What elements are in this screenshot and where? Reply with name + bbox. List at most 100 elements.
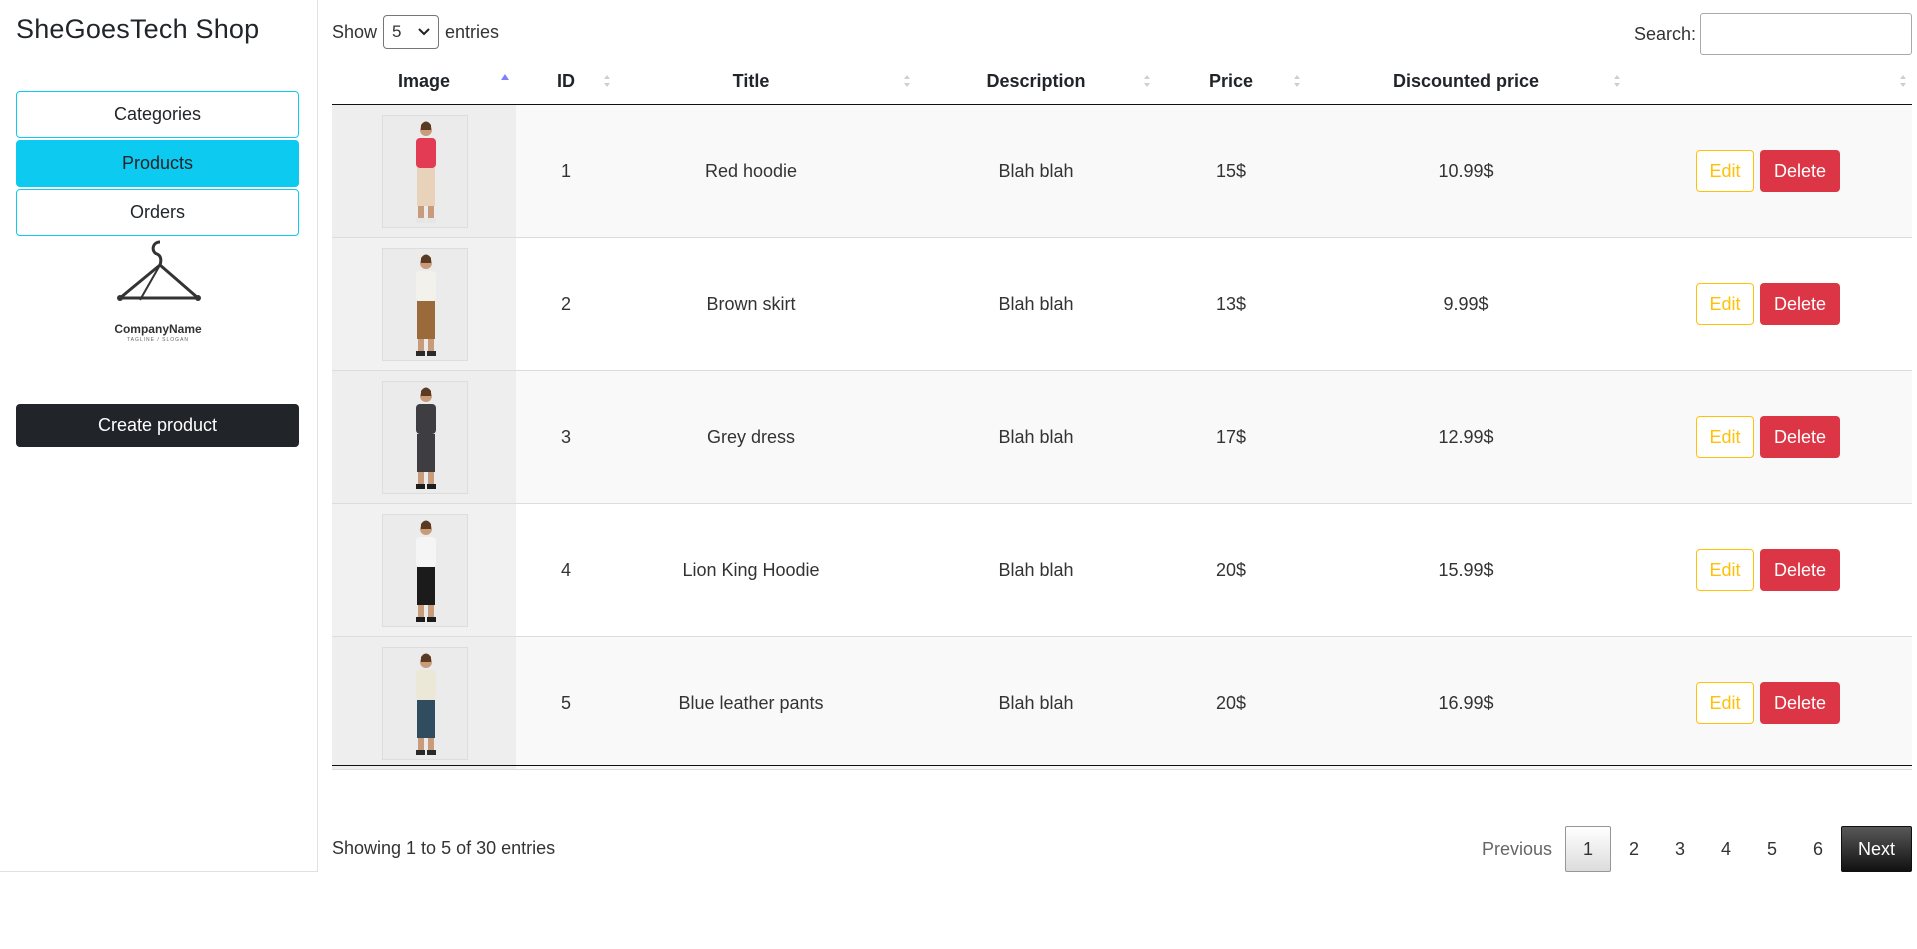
edit-button[interactable]: Edit [1696, 682, 1754, 724]
cell-description: Blah blah [998, 160, 1074, 181]
cell-title: Blue leather pants [678, 692, 824, 713]
table-header: Image ID Title Description Price Discoun… [332, 58, 1912, 105]
cell-title: Red hoodie [704, 160, 798, 181]
sidebar-item-orders[interactable]: Orders [16, 189, 299, 236]
product-image [382, 514, 468, 627]
sort-both-icon [604, 75, 610, 87]
cell-image [332, 238, 516, 370]
product-photo-icon [383, 648, 467, 759]
edit-button[interactable]: Edit [1696, 150, 1754, 192]
edit-button[interactable]: Edit [1696, 416, 1754, 458]
sidebar: SheGoesTech Shop Categories Products Ord… [0, 0, 318, 872]
search-control: Search: [1634, 13, 1912, 55]
chevron-down-icon [418, 28, 430, 36]
app-title: SheGoesTech Shop [16, 14, 260, 44]
cell-price: 20$ [1215, 692, 1247, 713]
cell-discounted-price: 15.99$ [1438, 559, 1494, 580]
page-button-5[interactable]: 5 [1749, 826, 1795, 872]
cell-description: Blah blah [998, 692, 1074, 713]
sort-both-icon [1144, 75, 1150, 87]
cell-image [332, 371, 516, 503]
product-photo-icon [383, 249, 467, 360]
page-button-3[interactable]: 3 [1657, 826, 1703, 872]
show-label: Show [332, 21, 378, 42]
cell-price: 17$ [1215, 426, 1247, 447]
column-header-id[interactable]: ID [516, 58, 616, 104]
table-info: Showing 1 to 5 of 30 entries [332, 838, 556, 858]
sort-both-icon [1294, 75, 1300, 87]
edit-button[interactable]: Edit [1696, 283, 1754, 325]
product-photo-icon [383, 515, 467, 626]
delete-button[interactable]: Delete [1760, 150, 1840, 192]
cell-description: Blah blah [998, 426, 1074, 447]
cell-id: 3 [560, 426, 571, 447]
product-image [382, 647, 468, 760]
table-row: 3 Grey dress Blah blah 17$ 12.99$ Edit Delete [332, 371, 1912, 504]
delete-button[interactable]: Delete [1760, 283, 1840, 325]
cell-image [332, 105, 516, 237]
entries-length-control: Show 5 entries [332, 14, 499, 50]
column-header-image[interactable]: Image [332, 58, 516, 104]
logo-name: CompanyName [114, 322, 202, 336]
cell-price: 15$ [1215, 160, 1247, 181]
delete-button[interactable]: Delete [1760, 549, 1840, 591]
create-product-button[interactable]: Create product [16, 404, 299, 447]
cell-image [332, 637, 516, 769]
column-header-price[interactable]: Price [1156, 58, 1306, 104]
sidebar-item-categories[interactable]: Categories [16, 91, 299, 138]
product-photo-icon [383, 116, 467, 227]
column-header-discounted-price[interactable]: Discounted price [1306, 58, 1626, 104]
entries-select-value: 5 [392, 22, 402, 41]
search-label: Search: [1633, 23, 1696, 44]
table-row: 2 Brown skirt Blah blah 13$ 9.99$ Edit Delete [332, 238, 1912, 371]
column-header-title[interactable]: Title [616, 58, 886, 104]
edit-button[interactable]: Edit [1696, 549, 1754, 591]
product-image [382, 115, 468, 228]
logo-tagline: TAGLINE / SLOGAN [126, 337, 190, 343]
cell-id: 5 [560, 692, 571, 713]
product-photo-icon [383, 382, 467, 493]
cell-id: 1 [560, 160, 571, 181]
sort-both-icon [1614, 75, 1620, 87]
product-image [382, 381, 468, 494]
entries-label: entries [445, 21, 500, 42]
cell-description: Blah blah [998, 293, 1074, 314]
product-image [382, 248, 468, 361]
column-header-actions[interactable] [1626, 58, 1912, 104]
cell-title: Brown skirt [706, 293, 796, 314]
table-row: 5 Blue leather pants Blah blah 20$ 16.99$ Edi… [332, 637, 1912, 770]
cell-price: 20$ [1215, 559, 1247, 580]
table-row: 1 Red hoodie Blah blah 15$ 10.99$ Edit Delete [332, 105, 1912, 238]
sort-both-icon [1900, 75, 1906, 87]
pagination: Previous 1 2 3 4 5 6 Next [1469, 826, 1912, 872]
cell-title: Lion King Hoodie [682, 559, 820, 580]
page-button-2[interactable]: 2 [1611, 826, 1657, 872]
cell-id: 2 [560, 293, 571, 314]
cell-discounted-price: 16.99$ [1438, 692, 1494, 713]
cell-discounted-price: 10.99$ [1438, 160, 1494, 181]
cell-image [332, 504, 516, 636]
delete-button[interactable]: Delete [1760, 682, 1840, 724]
previous-page-button[interactable]: Previous [1469, 826, 1565, 872]
page-button-4[interactable]: 4 [1703, 826, 1749, 872]
sort-asc-icon [501, 74, 509, 80]
cell-price: 13$ [1215, 293, 1247, 314]
table-body: 1 Red hoodie Blah blah 15$ 10.99$ Edit Delete 2… [332, 105, 1912, 770]
sort-both-icon [904, 75, 910, 87]
page-button-6[interactable]: 6 [1795, 826, 1841, 872]
entries-select[interactable]: 5 [383, 15, 440, 49]
cell-description: Blah blah [998, 559, 1074, 580]
cell-title: Grey dress [706, 426, 796, 447]
cell-discounted-price: 12.99$ [1438, 426, 1494, 447]
column-header-description[interactable]: Description [916, 58, 1156, 104]
sidebar-item-products[interactable]: Products [16, 140, 299, 187]
cell-discounted-price: 9.99$ [1443, 293, 1489, 314]
search-input[interactable] [1700, 13, 1912, 55]
table-bottom-border [332, 765, 1912, 766]
cell-id: 4 [560, 559, 571, 580]
next-page-button[interactable]: Next [1840, 826, 1912, 872]
products-table: Image ID Title Description Price Discoun… [332, 58, 1912, 770]
page-button-1[interactable]: 1 [1564, 826, 1611, 872]
delete-button[interactable]: Delete [1760, 416, 1840, 458]
table-row: 4 Lion King Hoodie Blah blah 20$ 15.99$ Edit D… [332, 504, 1912, 637]
